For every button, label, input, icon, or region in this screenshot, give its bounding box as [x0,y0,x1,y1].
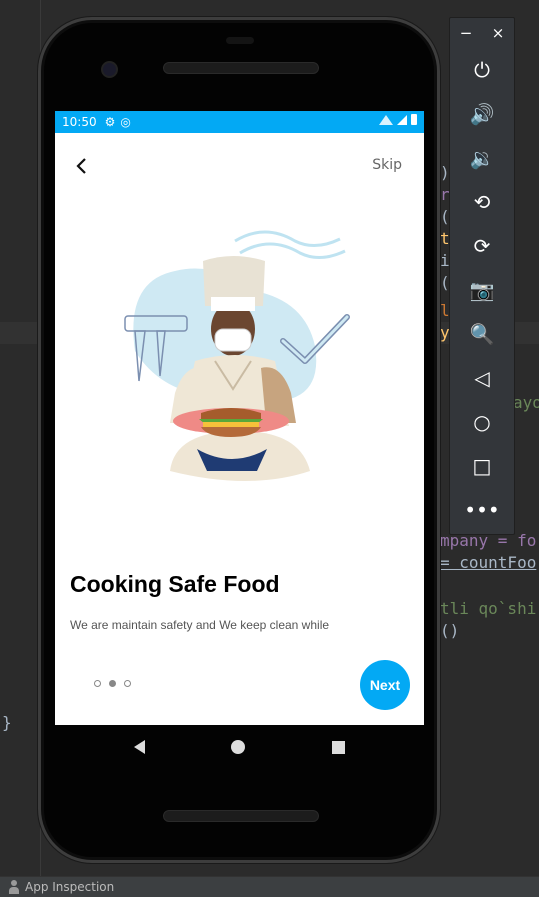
android-nav-bar [55,725,424,769]
zoom-icon: 🔍 [469,322,495,346]
page-indicator [94,680,131,687]
speaker-grille-bottom [163,810,319,822]
earpiece [226,37,254,44]
signal-icon [397,114,407,125]
battery-icon [411,114,417,125]
code-line: = countFoo [440,553,537,572]
screenshot-button[interactable]: 📷 [450,268,514,312]
power-button[interactable]: ⏻ [450,48,514,92]
onboarding-description: We are maintain safety and We keep clean… [70,618,330,635]
next-button[interactable]: Next [360,660,410,710]
rotate-left-icon: ⟲ [473,190,491,214]
code-line: tli qo`shi [440,599,537,618]
status-icons [379,114,417,125]
minimize-button[interactable]: − [460,24,473,42]
back-button[interactable] [67,151,97,181]
app-inspection-tab[interactable]: App Inspection [25,880,114,894]
front-camera-icon [101,61,118,78]
onboarding-title: Cooking Safe Food [70,571,280,597]
emulator-toolbar: − × ⏻ 🔊 🔉 ⟲ ⟳ 📷 🔍 ◁ ○ □ ••• [449,17,515,535]
speaker-grille-top [163,62,319,74]
status-time: 10:50 [62,115,97,129]
power-icon: ⏻ [474,58,490,82]
code-line: () [440,621,460,640]
ide-status-bar: App Inspection [0,876,539,897]
camera-icon: 📷 [469,278,495,302]
android-status-bar: 10:50 ⚙ ◎ [55,111,424,133]
emu-overview-button[interactable]: □ [450,444,514,488]
more-button[interactable]: ••• [450,488,514,532]
zoom-button[interactable]: 🔍 [450,312,514,356]
chef-illustration [124,230,350,481]
volume-down-button[interactable]: 🔉 [450,136,514,180]
emulator-window-controls: − × [450,18,514,48]
app-inspection-icon [8,880,20,894]
code-line: } [2,713,12,732]
sync-icon: ◎ [120,115,131,129]
page-dot [94,680,101,687]
code-line: ayo [513,393,539,412]
page-dot-active [109,680,116,687]
emu-back-button[interactable]: ◁ [450,356,514,400]
nav-home-icon[interactable] [231,740,246,754]
emu-home-button[interactable]: ○ [450,400,514,444]
volume-up-icon: 🔊 [469,102,495,126]
volume-down-icon: 🔉 [469,146,495,170]
home-icon: ○ [473,410,491,434]
phone-screen: 10:50 ⚙ ◎ Skip Cooking Safe Food We are … [55,111,424,725]
phone-frame: 10:50 ⚙ ◎ Skip Cooking Safe Food We are … [38,17,440,863]
close-button[interactable]: × [492,24,505,42]
volume-up-button[interactable]: 🔊 [450,92,514,136]
skip-button[interactable]: Skip [372,157,402,173]
nav-recents-icon[interactable] [331,740,345,754]
chevron-left-icon [76,158,86,174]
back-icon: ◁ [474,366,490,390]
nav-back-icon[interactable] [134,740,146,754]
wifi-icon [379,114,393,125]
page-dot [124,680,131,687]
rotate-right-icon: ⟳ [473,234,491,258]
gear-icon: ⚙ [104,115,116,129]
rotate-left-button[interactable]: ⟲ [450,180,514,224]
more-icon: ••• [464,498,500,522]
rotate-right-button[interactable]: ⟳ [450,224,514,268]
overview-icon: □ [472,454,492,478]
